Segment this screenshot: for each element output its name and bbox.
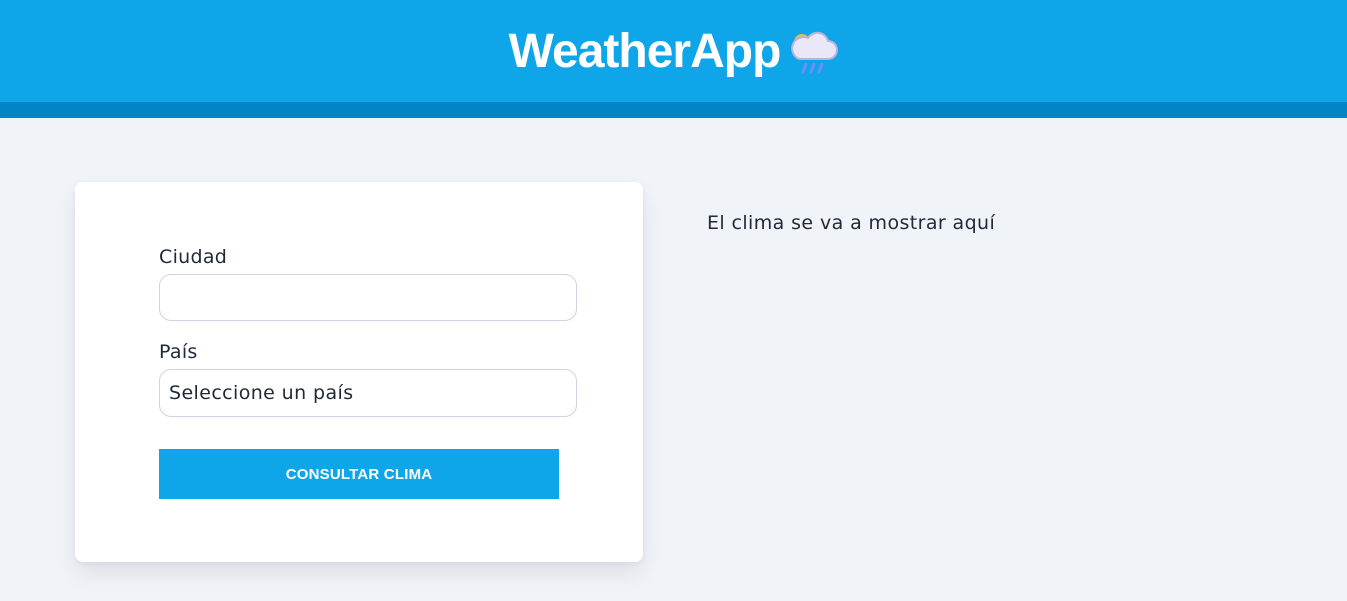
country-select-value: Seleccione un país [169,382,354,404]
consult-weather-button[interactable]: CONSULTAR CLIMA [159,449,559,499]
country-field-group: País Seleccione un país [159,343,577,417]
weather-form-card: Ciudad País Seleccione un país CONSULTAR… [75,182,643,562]
city-label: Ciudad [159,246,228,268]
city-field-group: Ciudad [159,248,577,321]
country-select[interactable]: Seleccione un país [159,369,577,417]
city-input[interactable] [159,274,577,321]
country-label: País [159,341,198,363]
app-title: WeatherApp [508,25,782,78]
weather-form: Ciudad País Seleccione un país CONSULTAR… [159,248,577,499]
app-brand: WeatherApp [509,26,839,78]
weather-result-message: El clima se va a mostrar aquí [707,212,996,234]
app-header: WeatherApp [0,0,1347,102]
cloud-rain-sun-icon [791,31,839,74]
header-accent-bar [0,102,1347,118]
